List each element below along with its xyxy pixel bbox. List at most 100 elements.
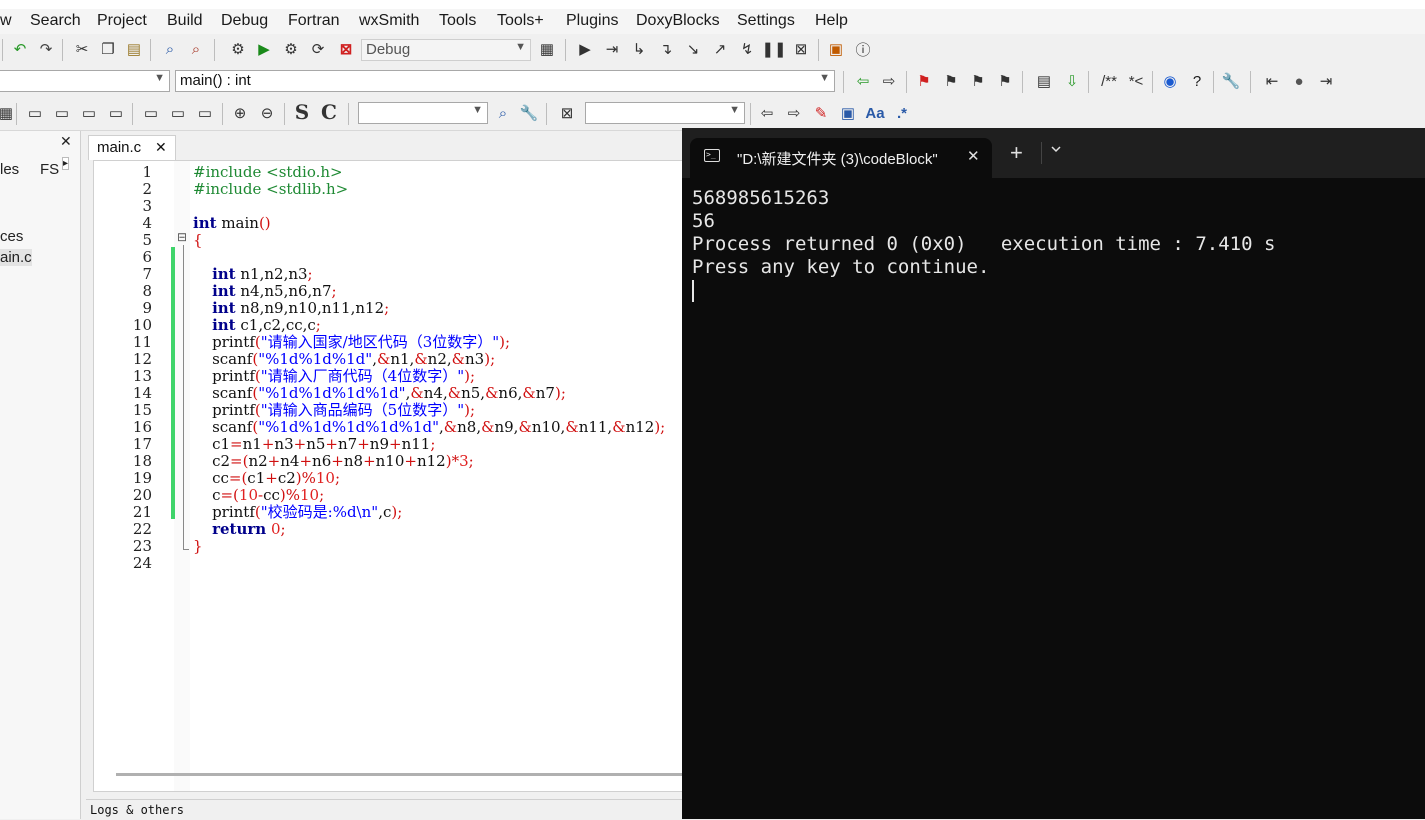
menu-plugins[interactable]: Plugins (566, 12, 618, 30)
terminal-window[interactable]: >_ "D:\新建文件夹 (3)\codeBlock" ✕ + 56898561… (682, 128, 1425, 819)
tab-logs-others[interactable]: Logs & others (90, 803, 184, 817)
fold-toggle-icon[interactable]: ⊟ (177, 230, 187, 244)
menu-project[interactable]: Project (97, 12, 147, 30)
run-icon[interactable]: ▶ (254, 39, 274, 59)
target-options-icon[interactable]: ▦ (537, 39, 557, 59)
copy-icon[interactable]: ❐ (98, 39, 118, 59)
chevron-down-icon[interactable] (1048, 142, 1064, 160)
html-docs-icon[interactable]: ◉ (1160, 71, 1180, 91)
search-text-select[interactable]: ▼ (585, 102, 745, 124)
jump-forward-icon[interactable]: ⇨ (879, 71, 899, 91)
menu-fortran[interactable]: Fortran (288, 12, 340, 30)
chevron-down-icon: ▼ (472, 104, 483, 116)
info-icon[interactable]: ⓘ (853, 39, 873, 59)
debug-windows-icon[interactable]: ▣ (826, 39, 846, 59)
doc-comment-button[interactable]: /** (1096, 71, 1122, 91)
doxy-extract-icon[interactable]: ⇩ (1062, 71, 1082, 91)
new-tab-button[interactable]: + (1010, 142, 1023, 164)
symbol-s-button[interactable]: S (292, 100, 312, 124)
tab-scroll-right-icon[interactable]: ▸ (62, 157, 70, 170)
horizontal-scrollbar[interactable] (116, 773, 686, 776)
tree-item-sources[interactable]: ces (0, 228, 23, 245)
regex-button[interactable]: .* (892, 103, 912, 123)
separator (348, 103, 349, 125)
menu-debug[interactable]: Debug (221, 12, 268, 30)
shape-icon[interactable]: ▭ (195, 103, 215, 123)
rebuild-icon[interactable]: ⟳ (308, 39, 328, 59)
wrench-icon[interactable]: 🔧 (1221, 71, 1241, 91)
next-instruction-icon[interactable]: ↴ (656, 39, 676, 59)
find-prev-icon[interactable]: ⇦ (757, 103, 777, 123)
menu-help[interactable]: Help (815, 12, 848, 30)
block-icon[interactable]: ▭ (79, 103, 99, 123)
menu-tools[interactable]: Tools (439, 12, 476, 30)
menu-search[interactable]: Search (30, 12, 81, 30)
tree-item-main-c[interactable]: ain.c (0, 249, 32, 266)
grid-icon[interactable]: ▦ (0, 103, 16, 123)
line-number: 15 (132, 401, 152, 419)
shape-icon[interactable]: ▭ (168, 103, 188, 123)
step-into-icon[interactable]: ↘ (683, 39, 703, 59)
zoom-in-icon[interactable]: ⊕ (230, 103, 250, 123)
search-scope-select[interactable]: ▼ (358, 102, 488, 124)
undo-icon[interactable]: ↶ (10, 39, 30, 59)
next-bookmark-icon[interactable]: ⚑ (968, 71, 988, 91)
block-icon[interactable]: ▭ (25, 103, 45, 123)
paste-icon[interactable]: ▤ (124, 39, 144, 59)
terminal-tab[interactable]: >_ "D:\新建文件夹 (3)\codeBlock" ✕ (690, 138, 992, 178)
doxy-wizard-icon[interactable]: ▤ (1034, 71, 1054, 91)
build-run-icon[interactable]: ⚙ (281, 39, 301, 59)
menu-build[interactable]: Build (167, 12, 203, 30)
menu-settings[interactable]: Settings (737, 12, 795, 30)
menu-doxyblocks[interactable]: DoxyBlocks (636, 12, 720, 30)
menu-wxsmith[interactable]: wxSmith (359, 12, 419, 30)
close-icon[interactable]: ✕ (967, 147, 980, 165)
help-icon[interactable]: ? (1187, 71, 1207, 91)
clear-bookmarks-icon[interactable]: ⚑ (995, 71, 1015, 91)
code-editor[interactable]: 1 2 3 4 5 6 7 8 9 10 11 12 13 14 15 16 1… (93, 160, 686, 792)
last-icon[interactable]: ⇥ (1316, 71, 1336, 91)
run-to-cursor-icon[interactable]: ⇥ (602, 39, 622, 59)
next-line-icon[interactable]: ↳ (629, 39, 649, 59)
build-target-select[interactable]: Debug ▼ (361, 39, 531, 61)
menu-view[interactable]: w (0, 12, 12, 30)
separator (546, 103, 547, 125)
replace-icon[interactable]: ⌕ (186, 39, 206, 59)
symbol-c-button[interactable]: C (319, 100, 339, 124)
step-out-icon[interactable]: ↗ (710, 39, 730, 59)
selection-icon[interactable]: ▣ (838, 103, 858, 123)
shape-icon[interactable]: ▭ (141, 103, 161, 123)
function-select[interactable]: main() : int ▼ (175, 70, 835, 92)
match-case-button[interactable]: Aa (865, 103, 885, 123)
inline-comment-button[interactable]: *< (1126, 71, 1146, 91)
step-into-instruction-icon[interactable]: ↯ (737, 39, 757, 59)
options-icon[interactable]: 🔧 (519, 103, 539, 123)
prev-bookmark-icon[interactable]: ⚑ (941, 71, 961, 91)
zoom-out-icon[interactable]: ⊖ (257, 103, 277, 123)
jump-back-icon[interactable]: ⇦ (853, 71, 873, 91)
find-icon[interactable]: ⌕ (160, 39, 180, 59)
scope-select[interactable]: ▼ (0, 70, 170, 92)
tab-main-c[interactable]: main.c ✕ (88, 135, 176, 160)
abort-icon[interactable]: ⊠ (336, 39, 356, 59)
stop-debug-icon[interactable]: ⊠ (791, 39, 811, 59)
search-icon[interactable]: ⌕ (493, 103, 513, 123)
tab-fsymbols[interactable]: FS (40, 161, 59, 178)
redo-icon[interactable]: ↷ (36, 39, 56, 59)
find-next-icon[interactable]: ⇨ (784, 103, 804, 123)
close-icon[interactable]: ✕ (155, 139, 167, 156)
close-icon[interactable]: ✕ (60, 133, 72, 150)
clear-search-icon[interactable]: ⊠ (557, 103, 577, 123)
menu-tools-plus[interactable]: Tools+ (497, 12, 544, 30)
tab-files[interactable]: les (0, 161, 19, 178)
build-gear-icon[interactable]: ⚙ (228, 39, 248, 59)
cut-icon[interactable]: ✂ (72, 39, 92, 59)
highlight-icon[interactable]: ✎ (811, 103, 831, 123)
pause-icon[interactable]: ❚❚ (761, 39, 786, 59)
toggle-bookmark-icon[interactable]: ⚑ (914, 71, 934, 91)
debug-start-icon[interactable]: ▶ (575, 39, 595, 59)
record-icon[interactable]: ● (1289, 71, 1309, 91)
block-icon[interactable]: ▭ (52, 103, 72, 123)
first-icon[interactable]: ⇤ (1262, 71, 1282, 91)
block-icon[interactable]: ▭ (106, 103, 126, 123)
